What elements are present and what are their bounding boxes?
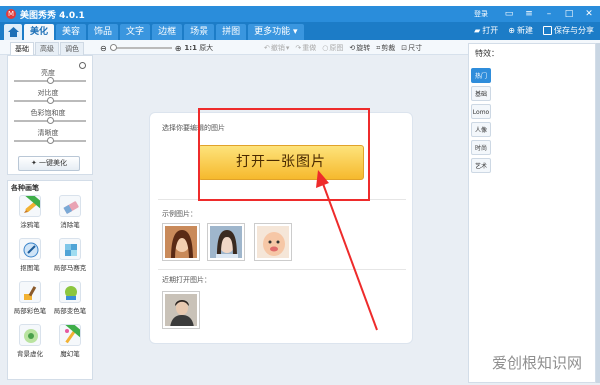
effects-tab-lomo[interactable]: Lomo [471,104,491,119]
effects-panel: 特效： 热门 基础 Lomo 人像 时尚 艺术 [468,43,596,383]
effects-tab-fashion[interactable]: 时尚 [471,140,491,155]
effects-tab-art[interactable]: 艺术 [471,158,491,173]
effects-tab-portrait[interactable]: 人像 [471,122,491,137]
effects-title: 特效： [475,49,499,58]
effects-tab-hot[interactable]: 热门 [471,68,491,83]
effects-tab-basic[interactable]: 基础 [471,86,491,101]
scrollbar[interactable] [596,43,600,383]
watermark: 爱创根知识网 [492,354,583,372]
